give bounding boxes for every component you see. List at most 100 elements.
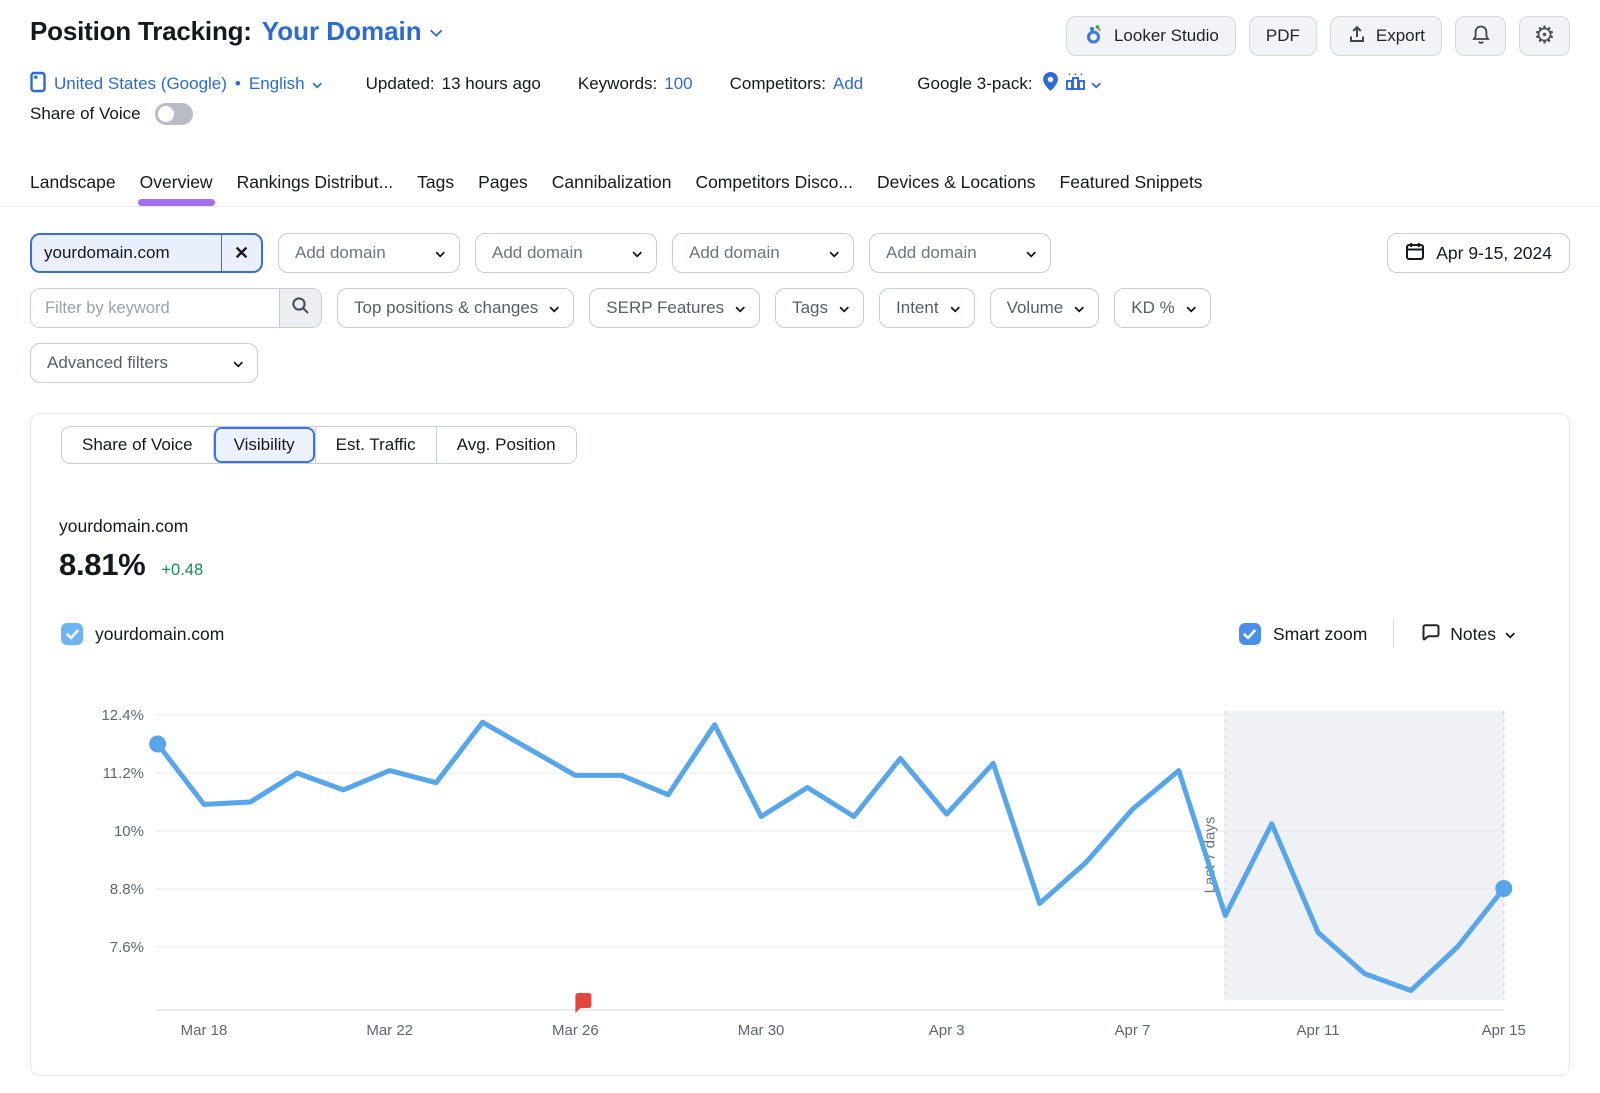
settings-button[interactable]: ⚙ [1519,16,1570,56]
filter-dropdown-kd[interactable]: KD % [1114,288,1210,328]
tab-landscape[interactable]: Landscape [30,172,116,206]
map-pin-icon[interactable] [1042,71,1059,97]
chevron-down-icon [1026,247,1036,257]
local-pack-grid-icon[interactable] [1065,72,1086,96]
pdf-button[interactable]: PDF [1249,16,1317,56]
data-point-dot[interactable] [1495,880,1512,897]
x-axis-tick-label: Mar 30 [738,1022,785,1039]
tab-pages[interactable]: Pages [478,172,528,206]
search-icon [291,296,310,320]
x-axis-tick-label: Mar 26 [552,1022,599,1039]
chevron-down-icon [1075,302,1085,312]
filter-dropdown-intent[interactable]: Intent [879,288,975,328]
y-axis-tick-label: 7.6% [110,939,144,956]
keyword-search-button[interactable] [279,289,321,327]
legend-domain-label: yourdomain.com [95,624,224,645]
add-domain-label: Add domain [492,243,583,263]
x-axis-tick-label: Mar 18 [181,1022,228,1039]
page-title: Position Tracking: [30,16,252,47]
location-language-selector[interactable]: United States (Google) • English [30,71,320,98]
tab-tags[interactable]: Tags [417,172,454,206]
tab-rankings-distribut[interactable]: Rankings Distribut... [237,172,394,206]
add-domain-button-3[interactable]: Add domain [672,233,854,273]
metric-tab-share-of-voice[interactable]: Share of Voice [62,427,213,463]
chevron-down-icon [312,78,322,88]
filter-dropdown-serp-features[interactable]: SERP Features [589,288,760,328]
visibility-delta: +0.48 [161,561,203,580]
bell-icon [1470,23,1492,50]
filter-dropdown-top-positions-changes[interactable]: Top positions & changes [337,288,574,328]
device-icon [30,71,46,98]
chevron-down-icon [839,302,849,312]
tab-cannibalization[interactable]: Cannibalization [552,172,672,206]
data-point-dot[interactable] [149,736,166,753]
tab-competitors-disco[interactable]: Competitors Disco... [695,172,853,206]
updated-status: Updated:13 hours ago [366,74,541,94]
keywords-count-link[interactable]: 100 [664,74,692,93]
chevron-down-icon [632,247,642,257]
add-domain-button-4[interactable]: Add domain [869,233,1051,273]
date-range-label: Apr 9-15, 2024 [1436,243,1552,264]
project-selector[interactable]: Your Domain [262,16,440,47]
page-header: Position Tracking: Your Domain Looker St… [0,0,1600,56]
chevron-down-icon [429,24,442,37]
keyword-filter-row: Top positions & changes SERP Features Tags… [0,288,1600,328]
filter-dropdown-label: SERP Features [606,298,724,318]
tab-featured-snippets[interactable]: Featured Snippets [1060,172,1203,206]
add-competitors-link[interactable]: Add [833,74,863,93]
notifications-button[interactable] [1455,16,1506,56]
campaign-meta: United States (Google) • English Updated… [0,72,1600,96]
chevron-down-icon[interactable] [1091,78,1101,88]
filter-dropdown-tags[interactable]: Tags [775,288,864,328]
advanced-filters-button[interactable]: Advanced filters [30,343,258,383]
tab-overview[interactable]: Overview [140,172,213,206]
add-domain-button-1[interactable]: Add domain [278,233,460,273]
export-button[interactable]: Export [1330,16,1442,56]
smart-zoom-label: Smart zoom [1273,624,1367,645]
calendar-icon [1405,241,1425,266]
y-axis-tick-label: 8.8% [110,881,144,898]
x-axis-tick-label: Apr 15 [1482,1022,1526,1039]
filter-dropdown-label: Tags [792,298,828,318]
add-domain-label: Add domain [886,243,977,263]
filter-dropdown-volume[interactable]: Volume [990,288,1100,328]
tabs: Landscape Overview Rankings Distribut... Ta… [0,172,1600,207]
chevron-down-icon [950,302,960,312]
legend-divider [1393,620,1394,648]
last-7-days-region [1225,711,1504,1000]
notes-dropdown[interactable]: Notes [1420,622,1513,647]
keywords-count: Keywords:100 [578,74,693,94]
filter-dropdown-label: Top positions & changes [354,298,538,318]
competitors-meta: Competitors:Add [730,74,864,94]
visibility-chart[interactable]: Last 7 days12.4%11.2%10%8.8%7.6%Mar 18Ma… [31,685,1551,1047]
remove-domain-button[interactable]: ✕ [221,235,261,271]
looker-studio-button[interactable]: Looker Studio [1066,16,1236,56]
smart-zoom-checkbox[interactable] [1239,623,1261,645]
keyword-filter-group [30,288,322,328]
chevron-down-icon [1186,302,1196,312]
google-3pack-meta: Google 3-pack: [917,74,1032,94]
metric-tab-avg-position[interactable]: Avg. Position [436,427,576,463]
advanced-filters-label: Advanced filters [47,353,168,373]
x-axis-tick-label: Apr 3 [929,1022,965,1039]
y-axis-tick-label: 11.2% [103,765,144,782]
export-label: Export [1376,26,1425,46]
looker-studio-icon [1083,23,1105,50]
x-axis-tick-label: Apr 7 [1114,1022,1150,1039]
export-icon [1347,24,1367,49]
domain-series-checkbox[interactable] [61,623,83,645]
metric-tab-est-traffic[interactable]: Est. Traffic [315,427,436,463]
filter-dropdown-label: Intent [896,298,939,318]
metric-tab-visibility[interactable]: Visibility [213,427,315,463]
x-axis-tick-label: Mar 22 [366,1022,413,1039]
x-axis-tick-label: Apr 11 [1297,1022,1340,1039]
y-axis-tick-label: 10% [114,823,144,840]
tab-devices-locations[interactable]: Devices & Locations [877,172,1036,206]
chevron-down-icon [550,302,560,312]
date-range-picker[interactable]: Apr 9-15, 2024 [1387,233,1570,273]
visibility-value: 8.81% [59,547,145,583]
keyword-filter-input[interactable] [31,289,279,327]
add-domain-button-2[interactable]: Add domain [475,233,657,273]
meta-separator: • [235,74,241,94]
share-of-voice-toggle[interactable] [155,103,193,125]
